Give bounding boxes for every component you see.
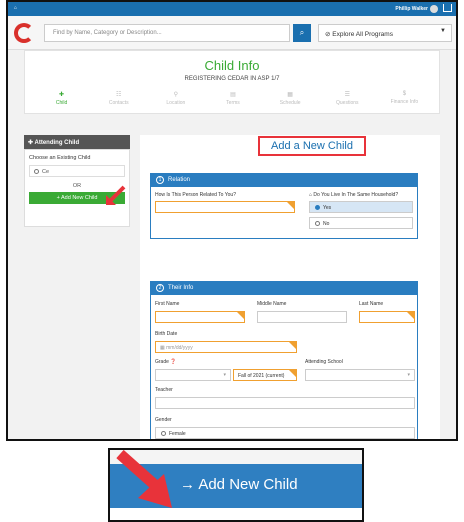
questions-icon: ☰ (344, 92, 350, 98)
first-name-field[interactable] (155, 311, 245, 323)
dollar-icon: $ (402, 91, 407, 97)
explore-programs-dropdown[interactable]: ⊘ Explore All Programs ▼ (318, 24, 452, 42)
step-contacts[interactable]: ☷ Contacts (90, 91, 147, 113)
info-card: First Name Middle Name Last Name Birth D… (150, 295, 418, 439)
user-name[interactable]: Phillip Walker (395, 6, 428, 12)
sidebar-heading: ✚ Attending Child (24, 135, 130, 149)
child-icon: ✚ (59, 92, 65, 98)
household-yes-option[interactable]: Yes (309, 201, 413, 213)
zoom-inset: → Add New Child (108, 448, 364, 522)
relation-question: How Is This Person Related To You? (155, 192, 236, 198)
page-subtitle: REGISTERING CEDAR IN ASP 1/7 (184, 76, 280, 82)
step-location[interactable]: ⚲ Location (147, 91, 204, 113)
radio-icon (34, 169, 39, 174)
compass-icon: ⊘ (325, 31, 331, 38)
add-new-child-heading: Add a New Child (258, 136, 366, 156)
teacher-label: Teacher (155, 387, 173, 393)
attending-school-select[interactable]: ▾ (305, 369, 415, 381)
grade-term-select[interactable]: Fall of 2021 (current) (233, 369, 297, 381)
step-child[interactable]: ✚ Child (33, 91, 90, 113)
radio-icon (315, 205, 320, 210)
grade-label: Grade ❓ (155, 359, 177, 365)
middle-name-field[interactable] (257, 311, 347, 323)
attending-school-label: Attending School (305, 359, 343, 365)
gender-female-option[interactable]: Female (155, 427, 415, 439)
first-name-label: First Name (155, 301, 180, 307)
radio-icon (315, 221, 320, 226)
calendar-icon: ▦ (287, 92, 293, 98)
radio-icon (161, 431, 166, 436)
birth-date-label: Birth Date (155, 331, 178, 337)
step-terms[interactable]: ▤ Terms (204, 91, 261, 113)
contacts-icon: ☷ (116, 92, 122, 98)
page-title: Child Info (204, 58, 260, 73)
birth-date-field[interactable]: ▦ mm/dd/yyyy (155, 341, 297, 353)
search-input[interactable]: Find by Name, Category or Description... (44, 24, 290, 42)
choose-existing-label: Choose an Existing Child (29, 155, 91, 161)
grade-select[interactable]: ▾ (155, 369, 231, 381)
search-row: Find by Name, Category or Description...… (8, 16, 456, 50)
step-questions[interactable]: ☰ Questions (319, 91, 376, 113)
location-icon: ⚲ (173, 92, 179, 98)
chevron-down-icon: ▾ (407, 372, 410, 378)
teacher-field[interactable] (155, 397, 415, 409)
existing-child-option[interactable]: Ce (29, 165, 125, 177)
avatar[interactable] (430, 5, 438, 13)
main-panel: Add a New Child 1 Relation How Is This Pe… (140, 135, 440, 439)
relation-select[interactable] (155, 201, 295, 213)
step-number-badge: 2 (156, 284, 164, 292)
pointer-arrow-icon (116, 450, 172, 508)
help-icon[interactable]: ❓ (170, 359, 176, 365)
chevron-down-icon: ▼ (440, 28, 446, 34)
step-progress: ✚ Child ☷ Contacts ⚲ Location ▤ Terms ▦ Sched… (33, 91, 433, 113)
page-header: Child Info REGISTERING CEDAR IN ASP 1/7 … (24, 50, 440, 114)
step-schedule[interactable]: ▦ Schedule (262, 91, 319, 113)
terms-icon: ▤ (230, 92, 236, 98)
gender-label: Gender (155, 417, 172, 423)
relation-card-header: 1 Relation (150, 173, 418, 187)
step-number-badge: 1 (156, 176, 164, 184)
household-no-option[interactable]: No (309, 217, 413, 229)
household-question: ⌂ Do You Live In The Same Household? (309, 192, 399, 198)
search-icon: ⌕ (299, 28, 305, 37)
chevron-down-icon: ▾ (223, 372, 226, 378)
info-card-header: 2 Their Info (150, 281, 418, 295)
search-button[interactable]: ⌕ (293, 24, 311, 42)
last-name-label: Last Name (359, 301, 384, 307)
relation-card: How Is This Person Related To You? ⌂ Do … (150, 187, 418, 239)
home-icon[interactable]: ⌂ (14, 5, 17, 11)
screenshot-frame: ⌂ Phillip Walker Find by Name, Category … (6, 0, 458, 441)
step-finance[interactable]: $ Finance Info (376, 91, 433, 113)
middle-name-label: Middle Name (257, 301, 287, 307)
cart-icon[interactable] (443, 4, 452, 12)
explore-label: Explore All Programs (332, 31, 393, 38)
zoomed-button-label: → Add New Child (180, 476, 298, 493)
logo[interactable] (14, 23, 34, 43)
pointer-arrow-icon (106, 185, 126, 205)
top-bar: ⌂ Phillip Walker (8, 2, 456, 16)
last-name-field[interactable] (359, 311, 415, 323)
